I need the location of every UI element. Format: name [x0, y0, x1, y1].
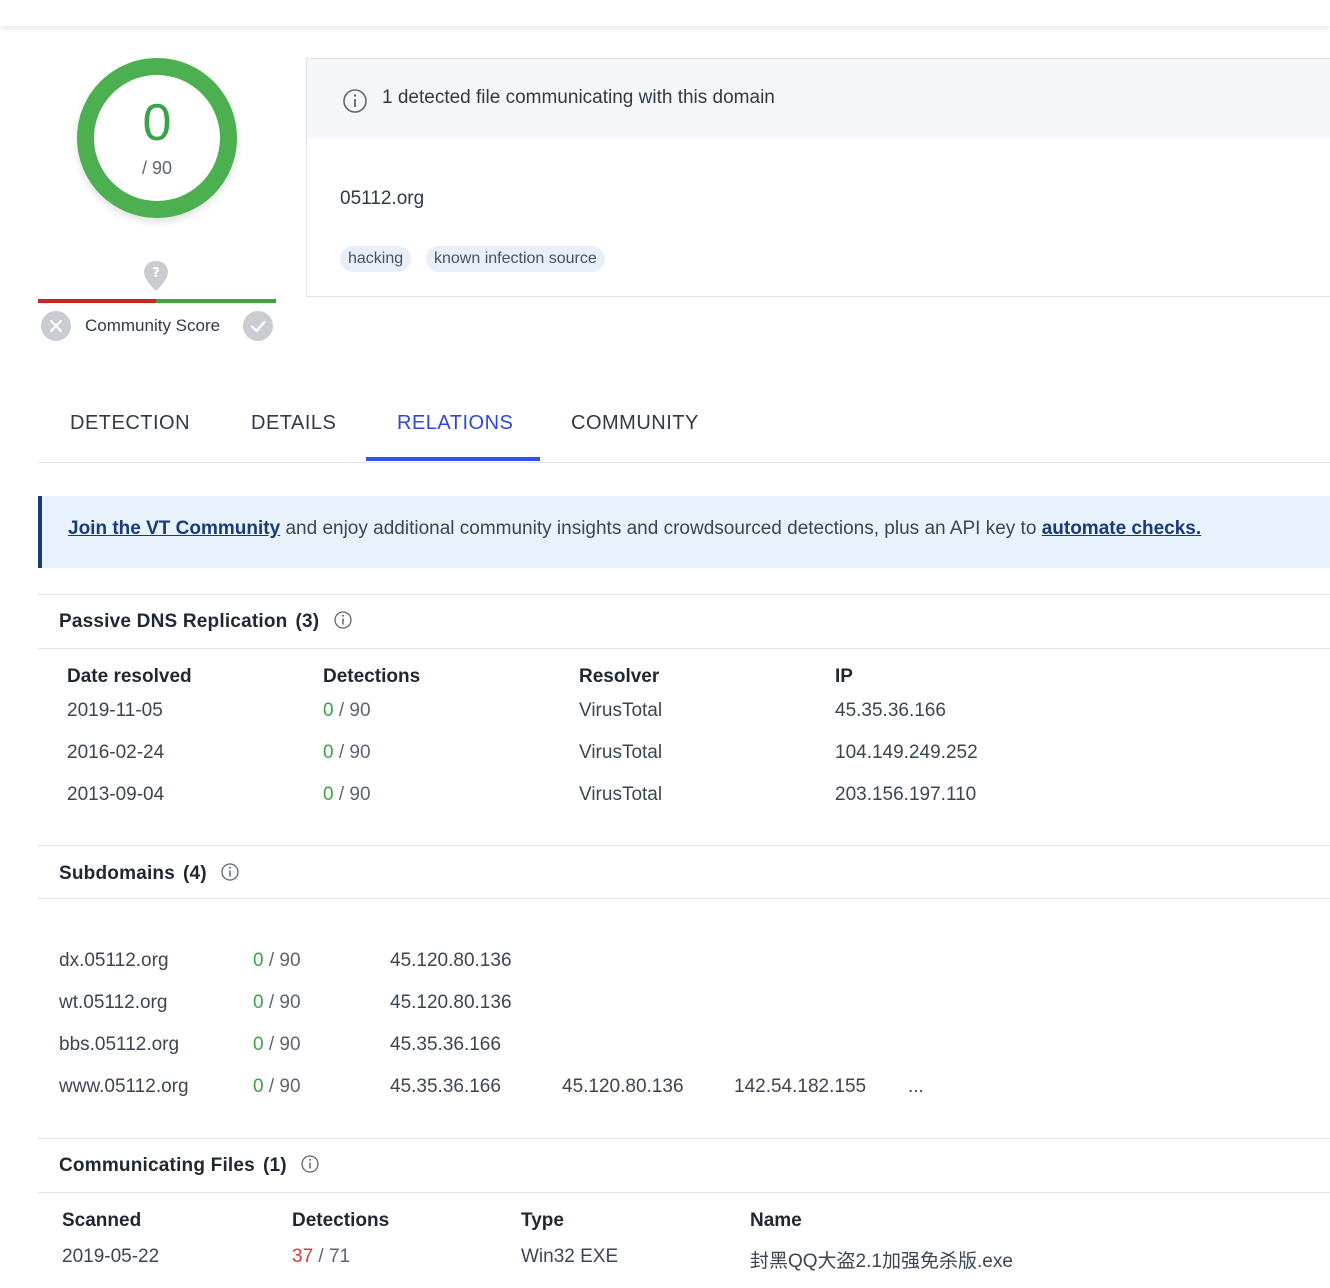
- domain-name: 05112.org: [340, 188, 425, 209]
- tabs-divider: [38, 462, 1330, 463]
- tab-detection[interactable]: DETECTION: [70, 412, 190, 435]
- file-row-detections: 37 / 71: [292, 1246, 351, 1267]
- banner-text: and enjoy additional community insights …: [280, 518, 1042, 539]
- column-header-type: Type: [521, 1210, 564, 1231]
- dns-row-resolver: VirusTotal: [579, 784, 663, 805]
- subdomain-ip-link[interactable]: 45.120.80.136: [390, 950, 512, 972]
- subdomain-link[interactable]: www.05112.org: [59, 1076, 189, 1098]
- dns-row-detections: 0 / 90: [323, 700, 371, 721]
- subdomain-ip-link[interactable]: 142.54.182.155: [734, 1076, 866, 1098]
- top-bar: [0, 0, 1330, 26]
- dns-row-ip-link[interactable]: 203.156.197.110: [835, 784, 976, 806]
- file-row-scanned: 2019-05-22: [62, 1246, 160, 1267]
- subdomain-link[interactable]: bbs.05112.org: [59, 1034, 179, 1056]
- info-icon[interactable]: [300, 1154, 320, 1174]
- tab-community[interactable]: COMMUNITY: [571, 412, 699, 435]
- section-divider: [38, 1192, 1330, 1193]
- dns-row-date: 2016-02-24: [67, 742, 165, 763]
- tag-hacking[interactable]: hacking: [340, 246, 412, 272]
- column-header-scanned: Scanned: [62, 1210, 142, 1231]
- dns-row-detections: 0 / 90: [323, 784, 371, 805]
- vote-harmless-icon[interactable]: [243, 311, 273, 341]
- info-icon[interactable]: [333, 610, 353, 630]
- subdomain-detections: 0 / 90: [253, 1034, 301, 1055]
- tag-known-infection-source[interactable]: known infection source: [426, 246, 605, 272]
- column-header-resolver: Resolver: [579, 666, 660, 687]
- tab-relations[interactable]: RELATIONS: [397, 412, 513, 435]
- community-pin-icon: ?: [144, 261, 168, 291]
- info-icon: [343, 89, 367, 113]
- detection-score-total: / 90: [141, 158, 173, 178]
- tab-details[interactable]: DETAILS: [251, 412, 336, 435]
- column-header-detections: Detections: [292, 1210, 390, 1231]
- subdomain-ip-link[interactable]: 45.120.80.136: [562, 1076, 684, 1098]
- file-row-name-link[interactable]: 封黑QQ大盗2.1加强免杀版.exe: [750, 1246, 1013, 1273]
- dns-row-resolver: VirusTotal: [579, 700, 663, 721]
- svg-text:?: ?: [152, 266, 160, 281]
- column-header-ip: IP: [835, 666, 853, 687]
- section-divider: [38, 898, 1330, 899]
- file-row-type: Win32 EXE: [521, 1246, 619, 1267]
- dns-row-ip-link[interactable]: 104.149.249.252: [835, 742, 978, 764]
- detection-score-value: 0: [142, 94, 172, 152]
- community-banner: Join the VT Community and enjoy addition…: [38, 496, 1330, 568]
- dns-row-date: 2013-09-04: [67, 784, 165, 805]
- subdomains-title: Subdomains (4): [59, 862, 240, 885]
- column-header-detections: Detections: [323, 666, 421, 687]
- detection-summary-title: 1 detected file communicating with this …: [382, 87, 775, 108]
- subdomain-link[interactable]: wt.05112.org: [59, 992, 167, 1014]
- section-divider: [38, 845, 1330, 846]
- community-score-negative-bar: [38, 299, 156, 303]
- info-icon[interactable]: [220, 862, 240, 882]
- automate-checks-link[interactable]: automate checks.: [1042, 518, 1201, 539]
- dns-row-ip-link[interactable]: 45.35.36.166: [835, 700, 946, 722]
- subdomain-detections: 0 / 90: [253, 992, 301, 1013]
- subdomain-detections: 0 / 90: [253, 1076, 301, 1097]
- subdomain-ip-link[interactable]: 45.120.80.136: [390, 992, 512, 1014]
- detection-summary-header: 1 detected file communicating with this …: [307, 59, 1330, 138]
- vote-harmful-icon[interactable]: [41, 311, 71, 341]
- passive-dns-title: Passive DNS Replication (3): [59, 610, 353, 633]
- section-divider: [38, 648, 1330, 649]
- column-header-name: Name: [750, 1210, 802, 1231]
- subdomain-ip-link[interactable]: 45.35.36.166: [390, 1034, 501, 1056]
- dns-row-date: 2019-11-05: [67, 700, 163, 721]
- community-score-label: Community Score: [85, 316, 221, 335]
- communicating-files-title: Communicating Files (1): [59, 1154, 320, 1177]
- subdomain-detections: 0 / 90: [253, 950, 301, 971]
- section-divider: [38, 1138, 1330, 1139]
- dns-row-detections: 0 / 90: [323, 742, 371, 763]
- section-divider: [38, 594, 1330, 595]
- more-ips-ellipsis[interactable]: ...: [908, 1076, 924, 1098]
- detection-score-ring: 0 / 90: [77, 58, 237, 218]
- dns-row-resolver: VirusTotal: [579, 742, 663, 763]
- join-community-link[interactable]: Join the VT Community: [68, 518, 280, 539]
- subdomain-link[interactable]: dx.05112.org: [59, 950, 169, 972]
- subdomain-ip-link[interactable]: 45.35.36.166: [390, 1076, 501, 1098]
- column-header-date-resolved: Date resolved: [67, 666, 192, 687]
- active-tab-indicator: [366, 457, 540, 461]
- community-score-positive-bar: [156, 299, 276, 303]
